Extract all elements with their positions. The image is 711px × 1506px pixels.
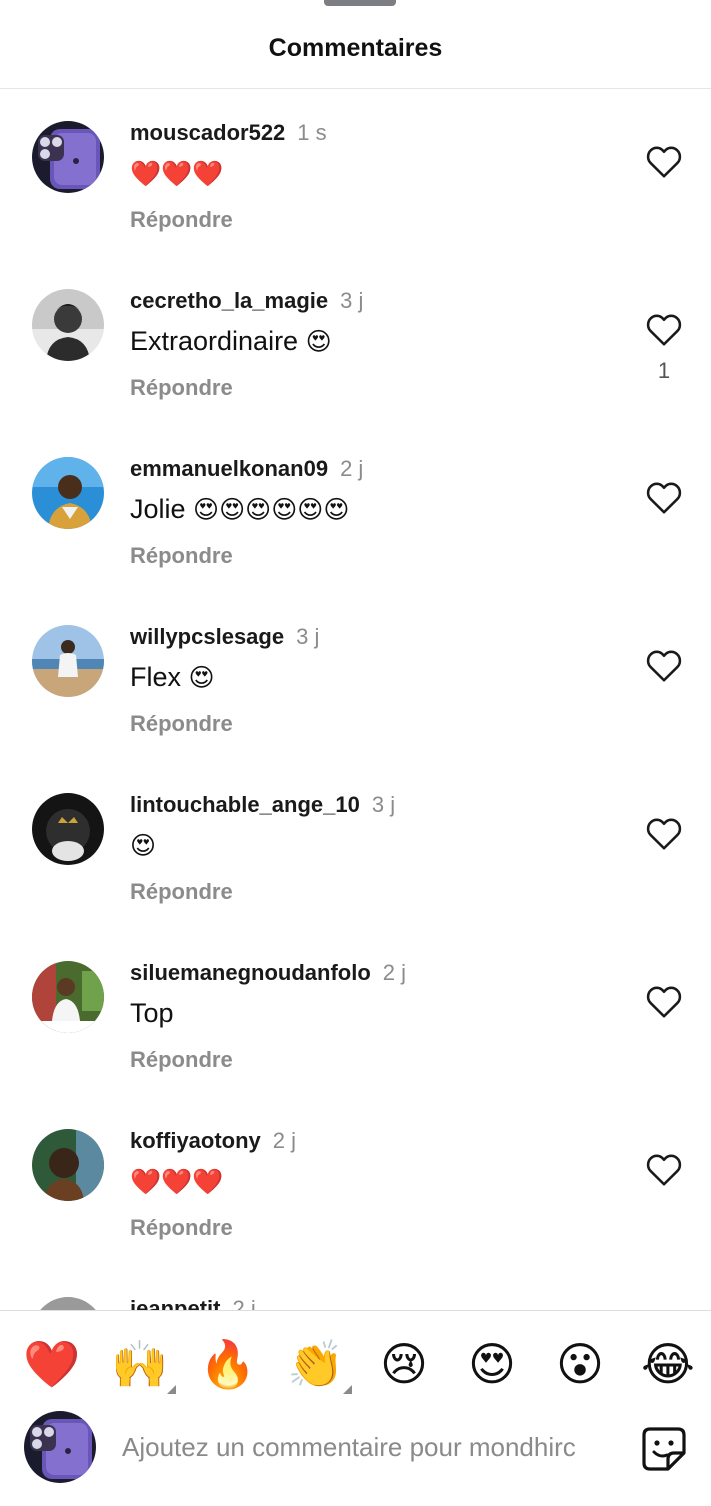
avatar[interactable] xyxy=(32,625,104,697)
comment-text: ❤️❤️❤️ xyxy=(130,158,223,189)
surprised-face-emoji[interactable]: 😮 xyxy=(550,1333,610,1395)
comment-meta: mouscador522 1 s xyxy=(130,120,327,146)
like-count: 1 xyxy=(657,358,671,383)
avatar xyxy=(24,1411,96,1483)
comment-item: mouscador522 1 s ❤️❤️❤️ Répondre xyxy=(0,89,711,257)
comment-body: Flex xyxy=(130,662,189,692)
like-heart-icon[interactable] xyxy=(646,649,682,683)
comment-emoji: 😍😍😍😍😍😍 xyxy=(193,495,350,524)
reply-button[interactable]: Répondre xyxy=(130,543,233,569)
crying-face-emoji[interactable]: 😢 xyxy=(374,1333,434,1395)
comment-text: Top xyxy=(130,998,174,1029)
comment-meta: willypcslesage 3 j xyxy=(130,624,319,650)
page-title: Commentaires xyxy=(268,33,443,62)
tears-of-joy-emoji[interactable]: 😂 xyxy=(638,1333,698,1395)
comment-item: lintouchable_ange_10 3 j 😍 Répondre xyxy=(0,761,711,929)
comment-timestamp: 3 j xyxy=(296,624,320,649)
comment-item: cecretho_la_magie 3 j Extraordinaire 😍 Ré… xyxy=(0,257,711,425)
comment-timestamp: 3 j xyxy=(371,792,396,817)
heart-eyes-emoji[interactable]: 😍 xyxy=(462,1333,522,1395)
like-heart-icon[interactable] xyxy=(646,313,682,347)
comment-meta: lintouchable_ange_10 3 j xyxy=(130,792,395,818)
comment-emoji: ❤️❤️❤️ xyxy=(130,1167,224,1196)
like-heart-icon[interactable] xyxy=(646,481,682,515)
comment-timestamp: 2 j xyxy=(340,456,364,481)
comment-username[interactable]: willypcslesage xyxy=(130,624,284,649)
fire-emoji[interactable]: 🔥 xyxy=(198,1333,258,1395)
raising-hands-emoji[interactable]: 🙌 xyxy=(110,1333,170,1395)
heart-emoji[interactable]: ❤️ xyxy=(22,1333,82,1395)
comment-item: siluemanegnoudanfolo 2 j Top Répondre xyxy=(0,929,711,1097)
skin-tone-indicator-icon xyxy=(343,1385,352,1394)
comment-username[interactable]: jeanpetit xyxy=(130,1296,220,1311)
comment-username[interactable]: siluemanegnoudanfolo xyxy=(130,960,371,985)
comment-timestamp: 2 j xyxy=(272,1128,297,1153)
comment-meta: emmanuelkonan09 2 j xyxy=(130,456,363,482)
comment-text: Flex 😍 xyxy=(130,662,215,693)
comment-composer-bar: ❤️ 🙌 🔥 👏 😢 😍 😮 😂 xyxy=(0,1310,711,1506)
like-heart-icon[interactable] xyxy=(646,1153,682,1187)
comment-body: Extraordinaire xyxy=(130,326,306,356)
like-heart-icon[interactable] xyxy=(646,145,682,179)
comment-emoji: ❤️❤️❤️ xyxy=(130,159,224,188)
avatar[interactable] xyxy=(32,1129,104,1201)
reply-button[interactable]: Répondre xyxy=(130,879,233,905)
reply-button[interactable]: Répondre xyxy=(130,711,233,737)
comment-list[interactable]: mouscador522 1 s ❤️❤️❤️ Répondre cecretho… xyxy=(0,89,711,1311)
reply-button[interactable]: Répondre xyxy=(130,1047,233,1073)
clapping-hands-emoji[interactable]: 👏 xyxy=(286,1333,346,1395)
comment-text: 😍 xyxy=(130,830,156,861)
like-heart-icon[interactable] xyxy=(646,985,682,1019)
comment-body: Jolie xyxy=(130,494,194,524)
comment-timestamp: 3 j xyxy=(340,288,364,313)
comments-header: Commentaires xyxy=(0,0,711,89)
avatar[interactable] xyxy=(32,793,104,865)
comment-username[interactable]: koffiyaotony xyxy=(130,1128,261,1153)
avatar[interactable] xyxy=(32,289,104,361)
comment-text: Extraordinaire 😍 xyxy=(130,326,332,357)
reply-button[interactable]: Répondre xyxy=(130,207,233,233)
comment-meta: koffiyaotony 2 j xyxy=(130,1128,296,1154)
comment-item: willypcslesage 3 j Flex 😍 Répondre xyxy=(0,593,711,761)
comment-username[interactable]: lintouchable_ange_10 xyxy=(130,792,360,817)
comment-username[interactable]: cecretho_la_magie xyxy=(130,288,328,313)
comment-body: Top xyxy=(130,998,174,1028)
quick-emoji-row: ❤️ 🙌 🔥 👏 😢 😍 😮 😂 xyxy=(0,1333,711,1395)
comment-meta: jeanpetit 2 j xyxy=(130,1296,256,1311)
comment-emoji: 😍 xyxy=(188,663,215,692)
comment-item: koffiyaotony 2 j ❤️❤️❤️ Répondre xyxy=(0,1097,711,1265)
comment-emoji: 😍 xyxy=(130,831,157,860)
reply-button[interactable]: Répondre xyxy=(130,1215,233,1241)
comment-timestamp: 1 s xyxy=(297,120,327,145)
skin-tone-indicator-icon xyxy=(167,1385,176,1394)
reply-button[interactable]: Répondre xyxy=(130,375,233,401)
like-heart-icon[interactable] xyxy=(646,817,682,851)
comment-meta: siluemanegnoudanfolo 2 j xyxy=(130,960,406,986)
comment-meta: cecretho_la_magie 3 j xyxy=(130,288,363,314)
comment-timestamp: 2 j xyxy=(232,1296,256,1311)
comment-timestamp: 2 j xyxy=(382,960,407,985)
comment-emoji: 😍 xyxy=(305,327,332,356)
comment-input[interactable] xyxy=(122,1423,614,1471)
comment-item: jeanpetit 2 j xyxy=(0,1265,711,1311)
sticker-icon[interactable] xyxy=(640,1425,688,1473)
comment-username[interactable]: mouscador522 xyxy=(130,120,285,145)
comment-text: ❤️❤️❤️ xyxy=(130,1166,223,1197)
comment-text: Jolie 😍😍😍😍😍😍 xyxy=(130,494,349,525)
avatar[interactable] xyxy=(32,457,104,529)
avatar[interactable] xyxy=(32,961,104,1033)
avatar[interactable] xyxy=(32,1297,104,1311)
avatar[interactable] xyxy=(32,121,104,193)
comment-item: emmanuelkonan09 2 j Jolie 😍😍😍😍😍😍 Répondre xyxy=(0,425,711,593)
comment-username[interactable]: emmanuelkonan09 xyxy=(130,456,328,481)
